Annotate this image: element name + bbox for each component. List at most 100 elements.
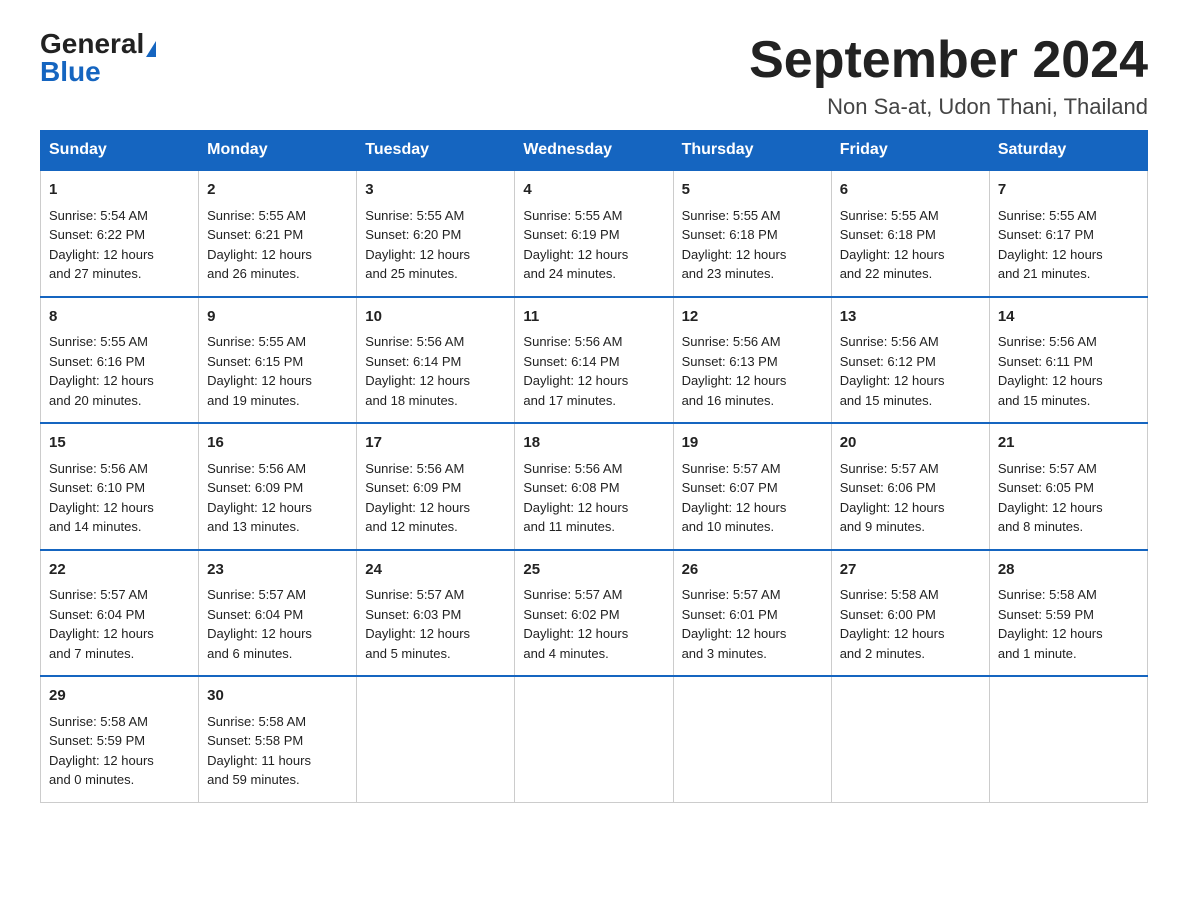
calendar-header-row: SundayMondayTuesdayWednesdayThursdayFrid… [41, 131, 1148, 171]
day-number: 8 [49, 306, 190, 329]
calendar-day-cell: 26 Sunrise: 5:57 AMSunset: 6:01 PMDayligh… [673, 550, 831, 677]
day-info: Sunrise: 5:56 AMSunset: 6:12 PMDaylight:… [840, 332, 981, 410]
logo-general: General [40, 28, 144, 59]
day-info: Sunrise: 5:57 AMSunset: 6:07 PMDaylight:… [682, 459, 823, 537]
day-number: 23 [207, 559, 348, 582]
day-number: 20 [840, 432, 981, 455]
calendar-week-row: 8 Sunrise: 5:55 AMSunset: 6:16 PMDaylight… [41, 297, 1148, 424]
calendar-day-cell: 11Sunrise: 5:56 AMSunset: 6:14 PMDayligh… [515, 297, 673, 424]
day-info: Sunrise: 5:57 AMSunset: 6:04 PMDaylight:… [49, 585, 190, 663]
day-info: Sunrise: 5:55 AMSunset: 6:15 PMDaylight:… [207, 332, 348, 410]
day-number: 3 [365, 179, 506, 202]
day-info: Sunrise: 5:55 AMSunset: 6:19 PMDaylight:… [523, 206, 664, 284]
day-info: Sunrise: 5:55 AMSunset: 6:21 PMDaylight:… [207, 206, 348, 284]
logo-text: General [40, 30, 156, 58]
calendar-day-cell [673, 676, 831, 802]
day-info: Sunrise: 5:54 AMSunset: 6:22 PMDaylight:… [49, 206, 190, 284]
day-info: Sunrise: 5:55 AMSunset: 6:18 PMDaylight:… [840, 206, 981, 284]
day-number: 10 [365, 306, 506, 329]
day-number: 28 [998, 559, 1139, 582]
title-block: September 2024 Non Sa-at, Udon Thani, Th… [749, 30, 1148, 120]
calendar-day-cell: 3 Sunrise: 5:55 AMSunset: 6:20 PMDaylight… [357, 170, 515, 297]
day-number: 12 [682, 306, 823, 329]
day-number: 24 [365, 559, 506, 582]
day-number: 5 [682, 179, 823, 202]
calendar-day-cell: 22 Sunrise: 5:57 AMSunset: 6:04 PMDayligh… [41, 550, 199, 677]
day-number: 22 [49, 559, 190, 582]
calendar-week-row: 22 Sunrise: 5:57 AMSunset: 6:04 PMDayligh… [41, 550, 1148, 677]
page-header: General Blue September 2024 Non Sa-at, U… [40, 30, 1148, 120]
logo: General Blue [40, 30, 156, 86]
calendar-header-monday: Monday [199, 131, 357, 171]
calendar-day-cell: 24 Sunrise: 5:57 AMSunset: 6:03 PMDayligh… [357, 550, 515, 677]
day-number: 21 [998, 432, 1139, 455]
day-info: Sunrise: 5:56 AMSunset: 6:10 PMDaylight:… [49, 459, 190, 537]
day-number: 14 [998, 306, 1139, 329]
day-info: Sunrise: 5:55 AMSunset: 6:20 PMDaylight:… [365, 206, 506, 284]
calendar-header-wednesday: Wednesday [515, 131, 673, 171]
calendar-day-cell: 18 Sunrise: 5:56 AMSunset: 6:08 PMDayligh… [515, 423, 673, 550]
day-number: 19 [682, 432, 823, 455]
day-info: Sunrise: 5:57 AMSunset: 6:05 PMDaylight:… [998, 459, 1139, 537]
calendar-day-cell [357, 676, 515, 802]
day-info: Sunrise: 5:56 AMSunset: 6:14 PMDaylight:… [365, 332, 506, 410]
day-info: Sunrise: 5:55 AMSunset: 6:17 PMDaylight:… [998, 206, 1139, 284]
day-number: 25 [523, 559, 664, 582]
day-number: 18 [523, 432, 664, 455]
calendar-day-cell: 17Sunrise: 5:56 AMSunset: 6:09 PMDayligh… [357, 423, 515, 550]
calendar-day-cell: 2 Sunrise: 5:55 AMSunset: 6:21 PMDaylight… [199, 170, 357, 297]
day-number: 26 [682, 559, 823, 582]
logo-blue: Blue [40, 58, 101, 86]
calendar-header-tuesday: Tuesday [357, 131, 515, 171]
day-info: Sunrise: 5:58 AMSunset: 5:58 PMDaylight:… [207, 712, 348, 790]
day-number: 2 [207, 179, 348, 202]
calendar-day-cell [515, 676, 673, 802]
calendar-day-cell: 9 Sunrise: 5:55 AMSunset: 6:15 PMDaylight… [199, 297, 357, 424]
day-number: 29 [49, 685, 190, 708]
calendar-week-row: 1Sunrise: 5:54 AMSunset: 6:22 PMDaylight… [41, 170, 1148, 297]
day-info: Sunrise: 5:58 AMSunset: 6:00 PMDaylight:… [840, 585, 981, 663]
day-info: Sunrise: 5:56 AMSunset: 6:08 PMDaylight:… [523, 459, 664, 537]
calendar-header-thursday: Thursday [673, 131, 831, 171]
calendar-header-sunday: Sunday [41, 131, 199, 171]
calendar-day-cell: 8 Sunrise: 5:55 AMSunset: 6:16 PMDaylight… [41, 297, 199, 424]
calendar-day-cell: 23 Sunrise: 5:57 AMSunset: 6:04 PMDayligh… [199, 550, 357, 677]
day-info: Sunrise: 5:58 AMSunset: 5:59 PMDaylight:… [998, 585, 1139, 663]
calendar-day-cell: 4Sunrise: 5:55 AMSunset: 6:19 PMDaylight… [515, 170, 673, 297]
day-number: 9 [207, 306, 348, 329]
calendar-day-cell: 28 Sunrise: 5:58 AMSunset: 5:59 PMDayligh… [989, 550, 1147, 677]
calendar-day-cell: 10 Sunrise: 5:56 AMSunset: 6:14 PMDayligh… [357, 297, 515, 424]
calendar-day-cell: 7Sunrise: 5:55 AMSunset: 6:17 PMDaylight… [989, 170, 1147, 297]
calendar-day-cell: 16 Sunrise: 5:56 AMSunset: 6:09 PMDayligh… [199, 423, 357, 550]
day-info: Sunrise: 5:56 AMSunset: 6:14 PMDaylight:… [523, 332, 664, 410]
calendar-day-cell: 21 Sunrise: 5:57 AMSunset: 6:05 PMDayligh… [989, 423, 1147, 550]
calendar-day-cell [831, 676, 989, 802]
day-info: Sunrise: 5:57 AMSunset: 6:04 PMDaylight:… [207, 585, 348, 663]
day-info: Sunrise: 5:56 AMSunset: 6:11 PMDaylight:… [998, 332, 1139, 410]
logo-triangle-icon [146, 41, 156, 57]
calendar-title: September 2024 [749, 30, 1148, 90]
day-info: Sunrise: 5:58 AMSunset: 5:59 PMDaylight:… [49, 712, 190, 790]
calendar-day-cell [989, 676, 1147, 802]
calendar-day-cell: 20 Sunrise: 5:57 AMSunset: 6:06 PMDayligh… [831, 423, 989, 550]
day-number: 30 [207, 685, 348, 708]
calendar-day-cell: 27 Sunrise: 5:58 AMSunset: 6:00 PMDayligh… [831, 550, 989, 677]
day-number: 6 [840, 179, 981, 202]
day-info: Sunrise: 5:57 AMSunset: 6:01 PMDaylight:… [682, 585, 823, 663]
day-info: Sunrise: 5:57 AMSunset: 6:03 PMDaylight:… [365, 585, 506, 663]
day-info: Sunrise: 5:55 AMSunset: 6:16 PMDaylight:… [49, 332, 190, 410]
day-info: Sunrise: 5:56 AMSunset: 6:09 PMDaylight:… [365, 459, 506, 537]
day-number: 16 [207, 432, 348, 455]
day-info: Sunrise: 5:57 AMSunset: 6:02 PMDaylight:… [523, 585, 664, 663]
day-info: Sunrise: 5:55 AMSunset: 6:18 PMDaylight:… [682, 206, 823, 284]
day-number: 15 [49, 432, 190, 455]
calendar-table: SundayMondayTuesdayWednesdayThursdayFrid… [40, 130, 1148, 803]
day-info: Sunrise: 5:56 AMSunset: 6:13 PMDaylight:… [682, 332, 823, 410]
calendar-day-cell: 19 Sunrise: 5:57 AMSunset: 6:07 PMDayligh… [673, 423, 831, 550]
day-number: 27 [840, 559, 981, 582]
calendar-subtitle: Non Sa-at, Udon Thani, Thailand [749, 94, 1148, 120]
calendar-day-cell: 15 Sunrise: 5:56 AMSunset: 6:10 PMDayligh… [41, 423, 199, 550]
day-info: Sunrise: 5:57 AMSunset: 6:06 PMDaylight:… [840, 459, 981, 537]
day-info: Sunrise: 5:56 AMSunset: 6:09 PMDaylight:… [207, 459, 348, 537]
calendar-day-cell: 6 Sunrise: 5:55 AMSunset: 6:18 PMDaylight… [831, 170, 989, 297]
